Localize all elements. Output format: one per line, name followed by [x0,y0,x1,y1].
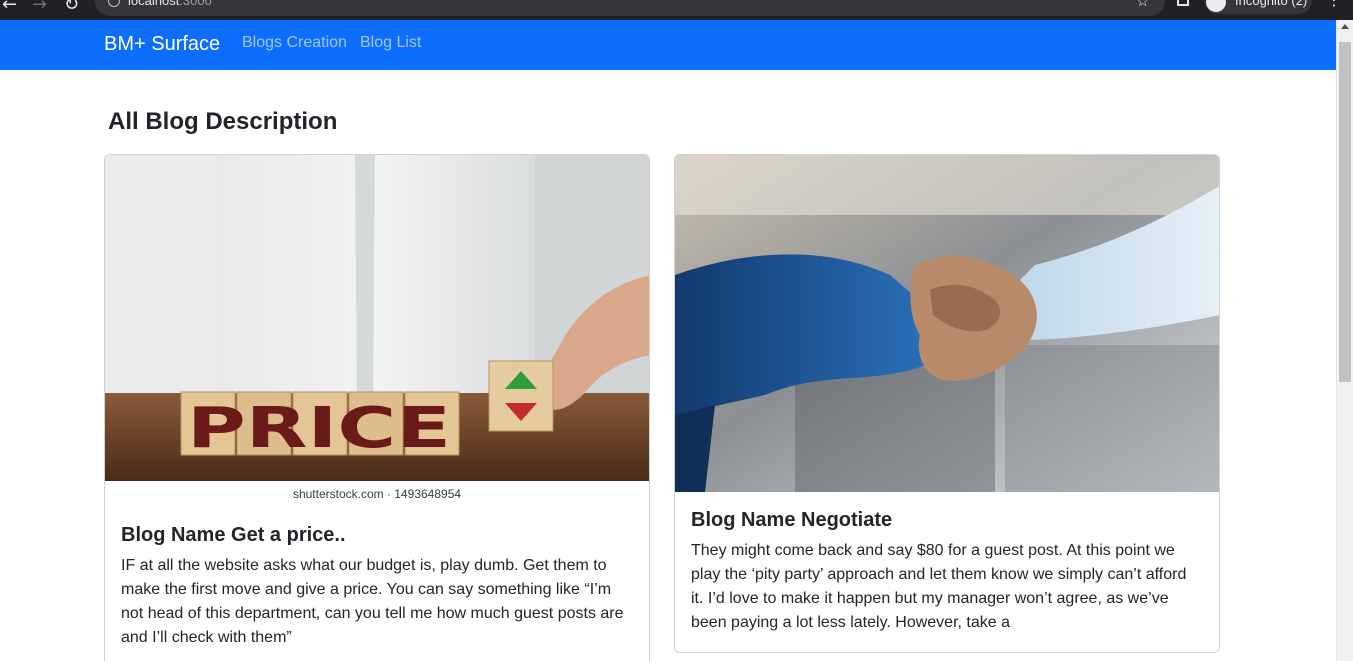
blog-card-image-price: PRICE shutterstock.com · 1493648954 [105,155,649,507]
kebab-menu-icon[interactable]: ⋮ [1326,0,1342,8]
extensions-icon[interactable] [1177,0,1189,6]
card-body: Blog Name Negotiate They might come back… [675,492,1219,635]
page-viewport: BM+ Surface Blogs Creation Blog List All… [0,20,1336,661]
back-arrow-icon[interactable]: ← [2,0,17,15]
navbar-brand[interactable]: BM+ Surface [104,32,220,56]
card-body: Blog Name Get a price.. IF at all the we… [105,507,649,650]
scroll-up-arrow-icon[interactable] [1341,24,1349,29]
page-title: All Blog Description [108,108,338,135]
url-text[interactable]: localhost:3000 [128,0,212,8]
blog-card: Blog Name Negotiate They might come back… [674,154,1220,653]
browser-toolbar: ← → ↻ localhost:3000 ☆ Incognito (2) ⋮ [0,0,1353,20]
forward-arrow-icon[interactable]: → [32,0,47,15]
blog-card-text: IF at all the website asks what our budg… [121,557,624,646]
bookmark-star-icon[interactable]: ☆ [1136,0,1149,9]
price-word: PRICE [187,396,451,461]
blog-card-text: They might come back and say $80 for a g… [691,542,1187,631]
blog-card-image-handshake [675,155,1219,492]
address-bar[interactable] [95,0,1165,16]
blog-card-title: Blog Name Negotiate [691,509,893,531]
nav-link-blog-list[interactable]: Blog List [360,34,421,52]
reload-icon[interactable]: ↻ [64,0,79,15]
navbar: BM+ Surface Blogs Creation Blog List [0,20,1336,70]
blog-card-title: Blog Name Get a price.. [121,524,346,546]
scroll-thumb[interactable] [1339,42,1351,382]
image-credit: shutterstock.com · 1493648954 [292,487,462,501]
vertical-scrollbar[interactable] [1336,20,1353,661]
nav-link-blogs-creation[interactable]: Blogs Creation [242,34,347,52]
incognito-label: Incognito (2) [1235,0,1308,8]
blog-card: PRICE shutterstock.com · 1493648954 Blog… [104,154,650,661]
